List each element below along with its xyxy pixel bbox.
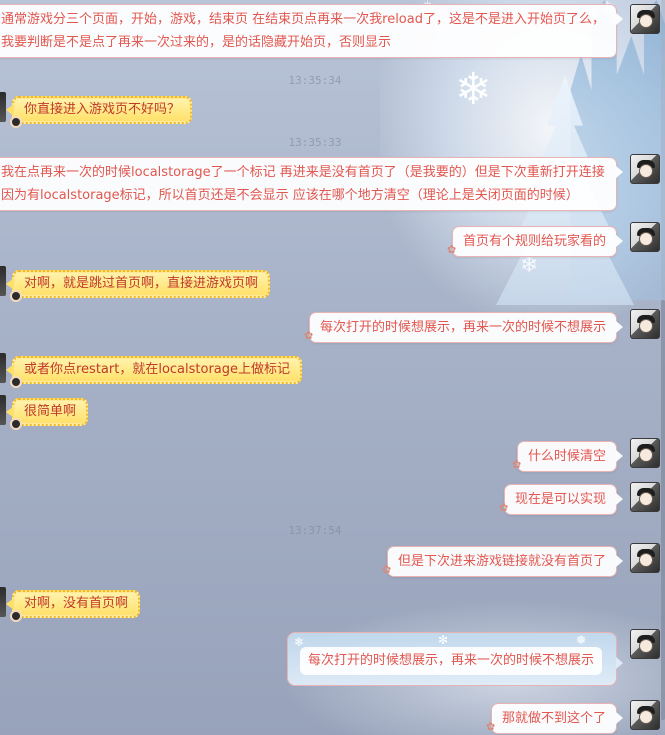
bow-decoration-icon: ✿	[498, 501, 509, 514]
message-text: 但是下次进来游戏链接就没有首页了	[397, 554, 606, 569]
bow-decoration-icon: ✿	[381, 563, 392, 576]
message-text: 每次打开的时候想展示，再来一次的时候不想展示	[299, 647, 602, 675]
message-text-line: 通常游戏分三个页面，开始，游戏，结束页 在结束页点再来一次我reload了，这是…	[1, 12, 605, 27]
message-bubble-received: 对啊，没有首页啊	[6, 590, 141, 622]
contact-mini-avatar-icon	[10, 376, 22, 388]
message-bubble-sent: 通常游戏分三个页面，开始，游戏，结束页 在结束页点再来一次我reload了，这是…	[0, 4, 623, 58]
message-text-line: 因为有localstorage标记，所以首页还是不会显示 应该在哪个地方清空（理…	[1, 188, 579, 203]
message-bubble-sent-themed: ❄ ❅ ✻ 每次打开的时候想展示，再来一次的时候不想展示	[286, 632, 623, 686]
bow-decoration-icon: ✿	[485, 720, 496, 733]
message-text: 或者你点restart，就在localstorage上做标记	[24, 362, 291, 377]
user-avatar-icon[interactable]	[630, 154, 660, 184]
message-bubble-received: 很简单啊	[6, 398, 89, 430]
user-avatar-icon[interactable]	[630, 482, 660, 512]
contact-mini-avatar-icon	[10, 418, 22, 430]
bow-decoration-icon: ✿	[303, 329, 314, 342]
user-avatar-icon[interactable]	[630, 543, 660, 573]
user-avatar-icon[interactable]	[630, 4, 660, 34]
message-bubble-sent: 但是下次进来游戏链接就没有首页了 ✿	[382, 546, 623, 577]
message-timestamp: 13:37:54	[288, 524, 342, 537]
contact-mini-avatar-icon	[10, 610, 22, 622]
message-text: 对啊，没有首页啊	[24, 596, 129, 611]
message-timestamp: 13:35:33	[288, 136, 342, 149]
message-text-line: 我要判断是不是点了再来一次过来的，是的话隐藏开始页，否则显示	[1, 35, 392, 50]
message-bubble-received: 或者你点restart，就在localstorage上做标记	[6, 356, 303, 388]
message-text: 对啊，就是跳过首页啊，直接进游戏页啊	[24, 276, 259, 291]
message-text: 什么时候清空	[527, 449, 606, 464]
snowflake-icon: ❄	[520, 253, 539, 278]
bow-decoration-icon: ✿	[511, 458, 522, 471]
message-text: 那就做不到这个了	[501, 711, 606, 726]
message-timestamp: 13:35:34	[288, 74, 342, 87]
user-avatar-icon[interactable]	[630, 222, 660, 252]
bow-decoration-icon: ✿	[446, 243, 457, 256]
message-text: 你直接进入游戏页不好吗？	[24, 102, 181, 117]
user-avatar-icon[interactable]	[630, 309, 660, 339]
contact-mini-avatar-icon	[10, 116, 22, 128]
message-bubble-sent: 每次打开的时候想展示，再来一次的时候不想展示 ✿	[304, 312, 623, 343]
message-bubble-sent: 什么时候清空 ✿	[512, 441, 623, 472]
chat-scrollbar-thumb[interactable]	[661, 300, 665, 720]
user-avatar-icon[interactable]	[630, 438, 660, 468]
message-bubble-received: 对啊，就是跳过首页啊，直接进游戏页啊	[6, 270, 271, 302]
message-text: 现在是可以实现	[514, 492, 606, 507]
message-bubble-sent: 现在是可以实现 ✿	[499, 484, 623, 515]
message-bubble-sent: 首页有个规则给玩家看的 ✿	[447, 226, 623, 257]
user-avatar-icon[interactable]	[630, 629, 660, 659]
user-avatar-icon[interactable]	[630, 700, 660, 730]
message-text-line: 我在点再来一次的时候localstorage了一个标记 再进来是没有首页了（是我…	[1, 165, 605, 180]
message-text: 很简单啊	[24, 404, 77, 419]
message-text: 每次打开的时候想展示，再来一次的时候不想展示	[319, 320, 606, 335]
message-bubble-received: 你直接进入游戏页不好吗？	[6, 96, 193, 128]
message-bubble-sent: 我在点再来一次的时候localstorage了一个标记 再进来是没有首页了（是我…	[0, 157, 623, 211]
message-bubble-sent: 那就做不到这个了 ✿	[486, 703, 623, 734]
contact-mini-avatar-icon	[10, 290, 22, 302]
message-text: 首页有个规则给玩家看的	[462, 234, 606, 249]
